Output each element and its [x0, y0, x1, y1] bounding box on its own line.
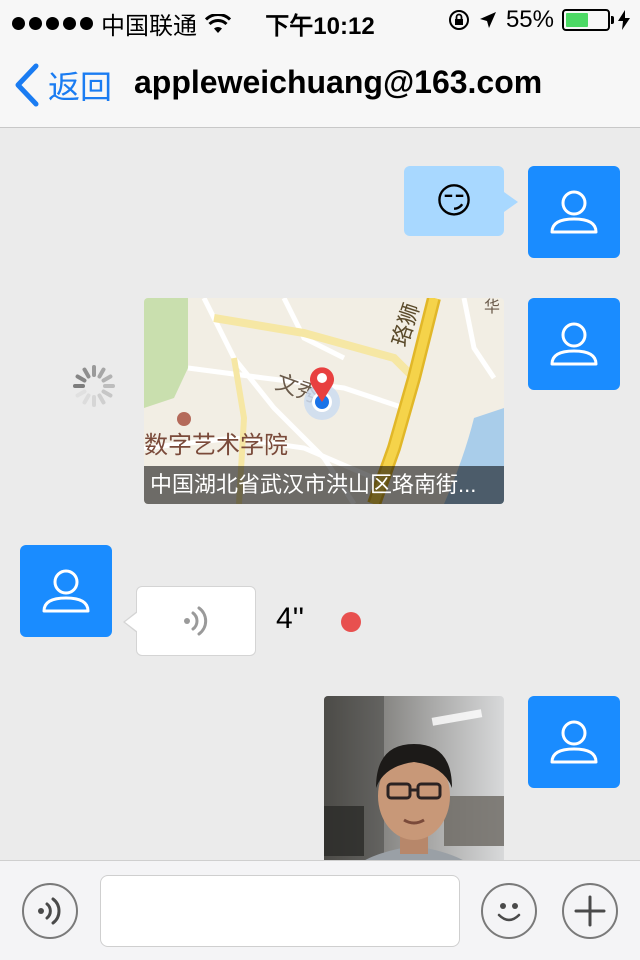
- user-icon: [42, 569, 90, 613]
- user-icon: [550, 720, 598, 764]
- charging-bolt-icon: [618, 10, 630, 30]
- emoji-content: 😏: [435, 180, 473, 221]
- loading-spinner-icon: [72, 364, 116, 408]
- location-message[interactable]: 珞狮 文秀 华 数字艺术学院 中国湖北省武汉市洪山区珞南街...: [144, 298, 504, 504]
- chat-message-list[interactable]: 😏 珞狮 文秀 华 数字艺术学院 中国湖北省武汉市洪山区珞南街... 4'': [0, 128, 640, 860]
- emoji-message-bubble[interactable]: 😏: [404, 166, 518, 236]
- add-button[interactable]: [562, 883, 618, 939]
- avatar[interactable]: [528, 298, 620, 390]
- svg-text:数字艺术学院: 数字艺术学院: [144, 431, 288, 459]
- status-bar: 中国联通 下午10:12 55%: [0, 0, 640, 40]
- input-bar: [0, 860, 640, 960]
- unread-dot: [341, 612, 361, 632]
- back-button[interactable]: 返回: [14, 62, 112, 108]
- plus-icon: [574, 895, 606, 927]
- emoji-button[interactable]: [481, 883, 537, 939]
- battery-icon: [562, 9, 614, 31]
- image-message[interactable]: [324, 696, 504, 860]
- nav-bar: 返回 appleweichuang@163.com: [0, 40, 640, 128]
- orientation-lock-icon: [448, 10, 469, 30]
- svg-text:华: 华: [484, 298, 500, 316]
- chevron-left-icon: [15, 63, 39, 107]
- avatar[interactable]: [528, 166, 620, 258]
- voice-message-bubble[interactable]: [123, 586, 256, 656]
- voice-wave-icon: [184, 606, 208, 636]
- voice-duration: 4'': [276, 602, 305, 635]
- photo-image: [324, 696, 504, 860]
- user-icon: [550, 190, 598, 234]
- location-arrow-icon: [479, 12, 496, 28]
- voice-toggle-icon: [38, 897, 61, 925]
- avatar[interactable]: [528, 696, 620, 788]
- emoji-icon: [497, 903, 521, 922]
- location-address: 中国湖北省武汉市洪山区珞南街...: [144, 466, 504, 504]
- message-input[interactable]: [100, 875, 460, 947]
- avatar[interactable]: [20, 545, 112, 637]
- battery-percent: 55%: [505, 6, 554, 33]
- user-icon: [550, 322, 598, 366]
- voice-toggle-button[interactable]: [22, 883, 78, 939]
- status-right: 55%: [448, 6, 630, 34]
- back-label: 返回: [48, 69, 113, 105]
- page-title: appleweichuang@163.com: [134, 64, 543, 100]
